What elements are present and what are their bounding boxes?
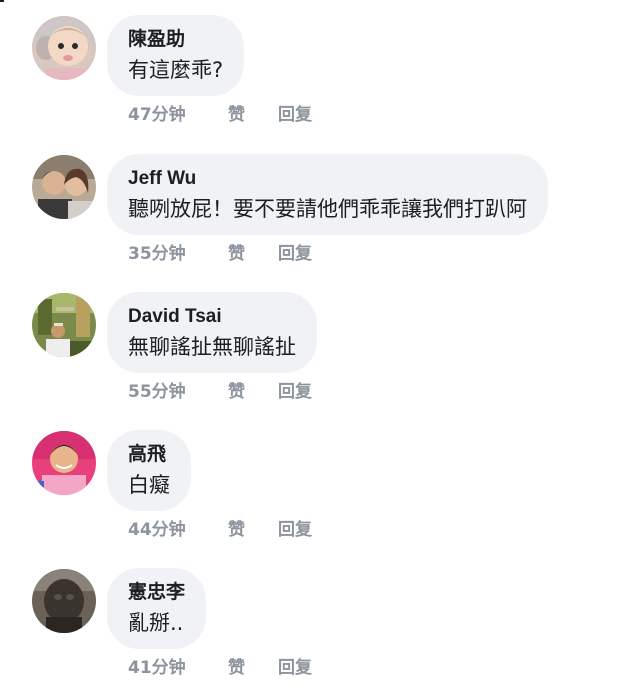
avatar[interactable] xyxy=(32,16,96,80)
avatar[interactable] xyxy=(32,155,96,219)
avatar[interactable] xyxy=(32,293,96,357)
comment-text: 亂掰.. xyxy=(128,611,184,635)
comment-bubble: Jeff Wu 聽咧放屁！要不要請他們乖乖讓我們打趴阿 xyxy=(107,154,548,235)
pink-shirt-man-photo-avatar xyxy=(32,431,96,495)
reply-button[interactable]: 回复 xyxy=(278,377,312,402)
reply-button[interactable]: 回复 xyxy=(278,239,312,264)
comment-timestamp[interactable]: 44分钟 xyxy=(128,515,186,540)
avatar[interactable] xyxy=(32,431,96,495)
comment-timestamp[interactable]: 35分钟 xyxy=(128,239,186,264)
comment-author[interactable]: 高飛 xyxy=(128,443,170,467)
comment-timestamp[interactable]: 47分钟 xyxy=(128,100,186,125)
comment-item: Jeff Wu 聽咧放屁！要不要請他們乖乖讓我們打趴阿 35分钟 赞 回复 xyxy=(0,139,633,269)
comment-timestamp[interactable]: 41分钟 xyxy=(128,653,186,678)
comment-bubble: 憲忠李 亂掰.. xyxy=(107,568,207,649)
like-button[interactable]: 赞 xyxy=(228,239,245,264)
reply-button[interactable]: 回复 xyxy=(278,515,312,540)
comment-bubble: 高飛 白癡 xyxy=(107,430,191,511)
dark-statue-photo-avatar xyxy=(32,569,96,633)
comment-author[interactable]: David Tsai xyxy=(128,305,296,329)
comment-item: 憲忠李 亂掰.. 41分钟 赞 回复 xyxy=(0,553,633,683)
comment-text: 聽咧放屁！要不要請他們乖乖讓我們打趴阿 xyxy=(128,197,527,221)
like-button[interactable]: 赞 xyxy=(228,515,245,540)
comment-bubble: David Tsai 無聊謠扯無聊謠扯 xyxy=(107,292,317,373)
comment-item: 高飛 白癡 44分钟 赞 回复 xyxy=(0,415,633,545)
comment-author[interactable]: 憲忠李 xyxy=(128,581,185,605)
comment-item: 陳盈助 有這麼乖? 47分钟 赞 回复 xyxy=(0,0,633,130)
baby-photo-avatar xyxy=(32,16,96,80)
comment-author[interactable]: Jeff Wu xyxy=(128,167,527,191)
comment-author[interactable]: 陳盈助 xyxy=(128,28,223,52)
comment-text: 白癡 xyxy=(128,473,170,497)
outdoor-man-photo-avatar xyxy=(32,293,96,357)
like-button[interactable]: 赞 xyxy=(228,653,245,678)
comment-text: 有這麼乖? xyxy=(128,58,224,82)
comment-item: David Tsai 無聊謠扯無聊謠扯 55分钟 赞 回复 xyxy=(0,277,633,407)
comment-text: 無聊謠扯無聊謠扯 xyxy=(128,335,296,359)
reply-button[interactable]: 回复 xyxy=(278,100,312,125)
couple-photo-avatar xyxy=(32,155,96,219)
reply-button[interactable]: 回复 xyxy=(278,653,312,678)
like-button[interactable]: 赞 xyxy=(228,100,245,125)
comment-bubble: 陳盈助 有這麼乖? xyxy=(107,15,245,96)
like-button[interactable]: 赞 xyxy=(228,377,245,402)
avatar[interactable] xyxy=(32,569,96,633)
comment-timestamp[interactable]: 55分钟 xyxy=(128,377,186,402)
